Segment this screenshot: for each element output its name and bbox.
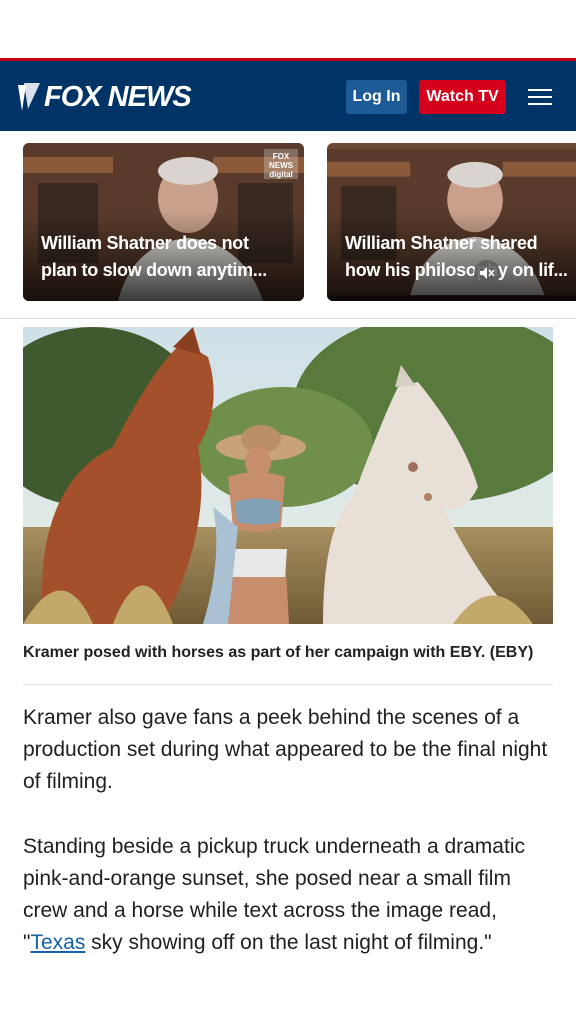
fox-logo-icon xyxy=(18,83,40,111)
video-title-line: plan to slow down anytim... xyxy=(41,260,267,280)
fox-digital-badge: FOX NEWS digital xyxy=(264,149,298,179)
texas-link[interactable]: Texas xyxy=(30,931,85,954)
article-paragraph: Kramer also gave fans a peek behind the … xyxy=(23,706,548,793)
video-title-line: William Shatner shared xyxy=(345,233,538,253)
speaker-mute-icon xyxy=(480,267,495,279)
site-logo[interactable]: FOX NEWS xyxy=(16,77,192,117)
hamburger-menu-icon[interactable] xyxy=(528,87,554,107)
paragraph-text: sky showing off on the last night of fil… xyxy=(85,931,492,954)
video-card[interactable]: William Shatner shared how his philosoph… xyxy=(327,143,576,301)
image-caption: Kramer posed with horses as part of her … xyxy=(23,644,534,661)
video-title: William Shatner does not plan to slow do… xyxy=(41,230,291,284)
article-paragraph: Standing beside a pickup truck underneat… xyxy=(23,831,558,959)
mute-icon[interactable] xyxy=(474,260,500,286)
video-title-line: William Shatner does not xyxy=(41,233,249,253)
caption-divider xyxy=(23,684,553,685)
horses-photo xyxy=(23,327,553,624)
section-divider xyxy=(0,318,576,319)
logo-text: FOX NEWS xyxy=(44,80,192,113)
status-spacer xyxy=(0,0,576,58)
video-carousel: FOX NEWS digital William Shatner does no… xyxy=(0,131,576,319)
site-header: FOX NEWS Log In Watch TV xyxy=(0,58,576,131)
video-title-line: how his philosophy on lif... xyxy=(345,260,568,280)
video-card[interactable]: FOX NEWS digital William Shatner does no… xyxy=(23,143,304,301)
article-image[interactable] xyxy=(23,327,553,624)
video-title: William Shatner shared how his philosoph… xyxy=(345,230,576,284)
watch-tv-button[interactable]: Watch TV xyxy=(419,80,506,114)
login-button[interactable]: Log In xyxy=(346,80,407,114)
